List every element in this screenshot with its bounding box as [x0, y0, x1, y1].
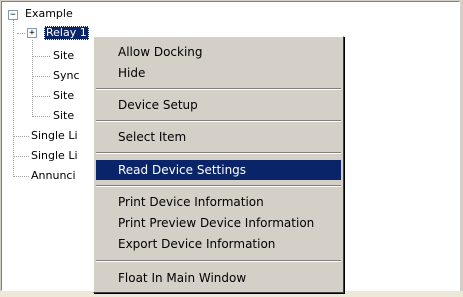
menu-item-float-in-main-window[interactable]: Float In Main Window	[96, 268, 341, 288]
menu-item-read-device-settings[interactable]: Read Device Settings	[96, 160, 341, 180]
menu-separator	[96, 88, 341, 90]
tree-node-annunciator[interactable]: Annunci	[31, 169, 76, 183]
tree-connector	[32, 116, 50, 117]
menu-separator	[96, 260, 341, 262]
tree-node-site[interactable]: Site	[53, 109, 74, 123]
tree-node-site[interactable]: Site	[53, 89, 74, 103]
expand-icon[interactable]: +	[27, 28, 37, 38]
menu-separator	[96, 152, 341, 154]
tree-connector	[13, 176, 29, 177]
menu-item-select-item[interactable]: Select Item	[96, 127, 341, 147]
tree-connector	[13, 156, 29, 157]
tree-node-example[interactable]: Example	[25, 7, 73, 21]
tree-connector	[13, 20, 14, 177]
tree-connector	[32, 76, 50, 77]
tree-node-site[interactable]: Site	[53, 49, 74, 63]
tree-node-relay-1[interactable]: Relay 1	[44, 26, 89, 40]
tree-connector	[17, 33, 25, 34]
menu-item-device-setup[interactable]: Device Setup	[96, 95, 341, 115]
menu-separator	[96, 120, 341, 122]
tree-connector	[32, 40, 33, 117]
tree-connector	[32, 96, 50, 97]
tree-node-single-line[interactable]: Single Li	[31, 149, 78, 163]
menu-separator	[96, 185, 341, 187]
tree-node-sync[interactable]: Sync	[53, 69, 80, 83]
menu-item-allow-docking[interactable]: Allow Docking	[96, 42, 341, 62]
tree-node-single-line[interactable]: Single Li	[31, 129, 78, 143]
tree-connector	[13, 136, 29, 137]
menu-item-print-device-information[interactable]: Print Device Information	[96, 192, 341, 212]
menu-item-export-device-information[interactable]: Export Device Information	[96, 234, 341, 254]
context-menu: Allow Docking Hide Device Setup Select I…	[93, 36, 344, 293]
menu-item-print-preview-device-information[interactable]: Print Preview Device Information	[96, 213, 341, 233]
menu-item-hide[interactable]: Hide	[96, 63, 341, 83]
tree-connector	[32, 56, 50, 57]
collapse-icon[interactable]: −	[8, 10, 18, 20]
